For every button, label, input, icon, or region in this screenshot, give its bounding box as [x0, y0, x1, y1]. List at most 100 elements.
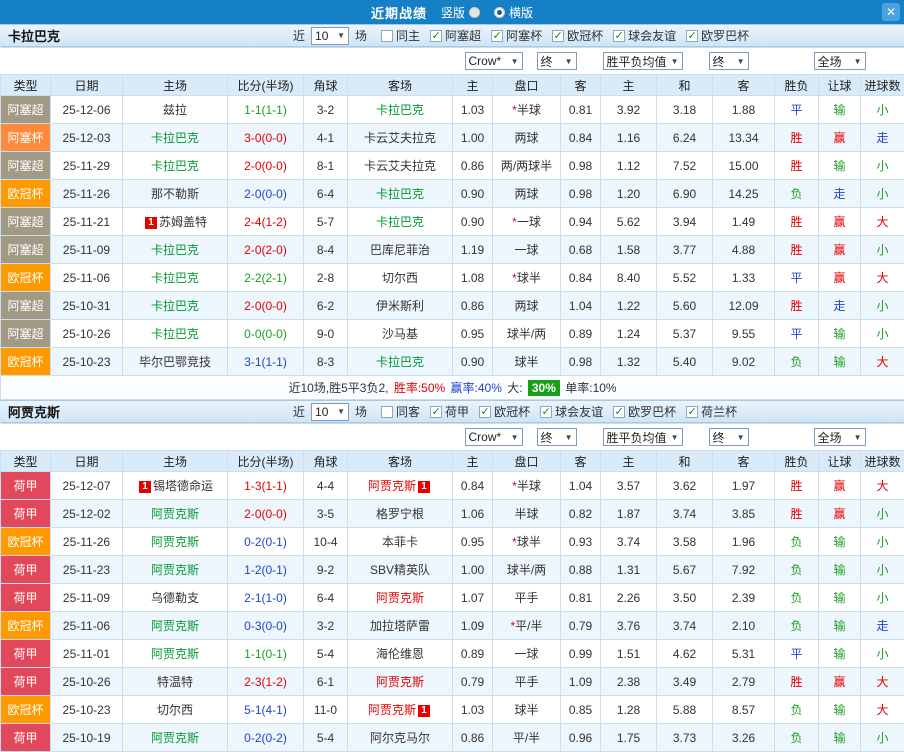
- radio-vertical-layout[interactable]: 竖版: [441, 4, 480, 21]
- team-label: 毕尔巴鄂竞技: [138, 355, 211, 369]
- league-cell: 阿塞超: [0, 319, 51, 348]
- checkbox-item[interactable]: ✓ 荷甲: [430, 403, 469, 420]
- checkbox-item[interactable]: ✓ 球会友谊: [540, 403, 603, 420]
- checkbox-item[interactable]: ✓ 阿塞超: [430, 27, 481, 44]
- handicap-result-cell: 赢: [818, 263, 862, 292]
- radio-horizontal-layout[interactable]: 横版: [494, 4, 533, 21]
- mean-away-cell: 3.85: [712, 499, 776, 528]
- mean-draw-cell: 3.74: [656, 611, 714, 640]
- date-cell: 25-11-06: [50, 611, 123, 640]
- checkbox-icon: ✓: [613, 29, 626, 42]
- match-row: 欧冠杯 25-11-06 阿贾克斯 0-3(0-0) 3-2 加拉塔萨雷 1.09 *平/半 0…: [0, 611, 904, 640]
- red-card-badge: 1: [144, 217, 157, 229]
- mean-away-cell: 8.57: [712, 695, 776, 724]
- team-label: 苏姆盖特: [158, 215, 207, 229]
- star-icon: *: [512, 271, 517, 285]
- goals-cell: 小: [860, 639, 904, 668]
- matches-label: 场: [355, 405, 368, 419]
- team-label: 切尔西: [381, 271, 418, 285]
- checkbox-item[interactable]: ✓ 欧罗巴杯: [613, 403, 676, 420]
- team-label: 沙马基: [381, 327, 418, 341]
- checkbox-item[interactable]: ✓ 欧冠杯: [479, 403, 530, 420]
- checkbox-icon: ✓: [686, 405, 699, 418]
- team-label: SBV精英队: [369, 563, 430, 577]
- corner-cell: 3-2: [303, 95, 348, 124]
- league-cell: 荷甲: [0, 583, 51, 612]
- bookmaker-select[interactable]: Crow* ▼: [464, 428, 523, 446]
- bookmaker-select[interactable]: Crow* ▼: [464, 52, 523, 70]
- corner-cell: 6-2: [303, 291, 348, 320]
- corner-cell: 6-1: [303, 667, 348, 696]
- checkbox-icon: ✓: [479, 405, 492, 418]
- mean-draw-cell: 3.73: [656, 723, 714, 752]
- checkbox-icon: ✓: [430, 29, 443, 42]
- mean-home-cell: 1.24: [600, 319, 658, 348]
- mean-away-cell: 1.97: [712, 471, 776, 500]
- checkbox-item[interactable]: ✓ 荷兰杯: [686, 403, 737, 420]
- checkbox-label: 欧罗巴杯: [701, 29, 750, 43]
- handicap-result-cell: 赢: [818, 123, 862, 152]
- checkbox-item[interactable]: ✓ 球会友谊: [613, 27, 676, 44]
- section-controls: 近 10 ▼ 场 同客 ✓ 荷甲 ✓ 欧冠杯 ✓ 球会友谊 ✓ 欧罗巴杯 ✓ 荷兰杯: [293, 402, 737, 421]
- date-cell: 25-11-01: [50, 639, 123, 668]
- result-cell: 负: [774, 527, 820, 556]
- odds-home-cell: 0.95: [452, 319, 493, 348]
- away-team-cell: 巴库尼菲治: [347, 235, 453, 264]
- checkbox-icon: [381, 29, 394, 42]
- column-header: 主场: [122, 450, 228, 472]
- odds-home-cell: 0.86: [452, 291, 493, 320]
- checkbox-item[interactable]: ✓ 欧冠杯: [552, 27, 603, 44]
- match-row: 欧冠杯 25-11-26 阿贾克斯 0-2(0-1) 10-4 本菲卡 0.95 *球半 0.9…: [0, 527, 904, 556]
- mean-type-select[interactable]: 胜平负均值 ▼: [602, 428, 683, 446]
- team-label: 兹拉: [162, 103, 187, 117]
- scope-select[interactable]: 全场 ▼: [813, 428, 866, 446]
- corner-cell: 3-2: [303, 611, 348, 640]
- odds-home-cell: 1.07: [452, 583, 493, 612]
- scope-select[interactable]: 全场 ▼: [813, 52, 866, 70]
- odds-stage-select[interactable]: 终 ▼: [536, 52, 577, 70]
- match-row: 阿塞超 25-11-21 1 苏姆盖特 2-4(1-2) 5-7 卡拉巴克 0.90 *一球 0.…: [0, 207, 904, 236]
- odds-home-cell: 0.86: [452, 151, 493, 180]
- column-header: 角球: [303, 450, 348, 472]
- team-label: 格罗宁根: [375, 507, 424, 521]
- team-name: 阿贾克斯: [8, 405, 61, 420]
- result-cell: 胜: [774, 123, 820, 152]
- away-team-cell: 本菲卡: [347, 527, 453, 556]
- league-cell: 阿塞超: [0, 235, 51, 264]
- mean-away-cell: 2.10: [712, 611, 776, 640]
- score-cell: 1-1(0-1): [227, 639, 304, 668]
- match-count-select[interactable]: 10 ▼: [311, 26, 350, 45]
- handicap-result-cell: 赢: [818, 499, 862, 528]
- mean-stage-select[interactable]: 终 ▼: [708, 428, 749, 446]
- handicap-cell: 平手: [492, 583, 561, 612]
- close-icon[interactable]: ✕: [882, 3, 900, 21]
- mean-stage-select[interactable]: 终 ▼: [708, 52, 749, 70]
- result-cell: 平: [774, 319, 820, 348]
- mean-home-cell: 1.12: [600, 151, 658, 180]
- handicap-cell: 球半/两: [492, 319, 561, 348]
- odds-stage-select[interactable]: 终 ▼: [536, 428, 577, 446]
- team-label: 阿贾克斯: [150, 731, 199, 745]
- home-team-cell: 阿贾克斯: [122, 639, 228, 668]
- checkbox-item[interactable]: 同客: [381, 403, 420, 420]
- match-count-select[interactable]: 10 ▼: [311, 402, 350, 421]
- handicap-result-cell: 输: [818, 723, 862, 752]
- checkbox-icon: ✓: [613, 405, 626, 418]
- checkbox-item[interactable]: 同主: [381, 27, 420, 44]
- checkbox-item[interactable]: ✓ 阿塞杯: [491, 27, 542, 44]
- result-cell: 负: [774, 695, 820, 724]
- match-row: 欧冠杯 25-10-23 切尔西 5-1(4-1) 11-0 阿贾克斯 1 1.03 球半 0.8…: [0, 695, 904, 724]
- red-card-badge: 1: [418, 705, 430, 717]
- mean-home-cell: 1.32: [600, 347, 658, 376]
- mean-away-cell: 2.39: [712, 583, 776, 612]
- near-label: 近: [293, 29, 306, 43]
- team-label: 卡拉巴克: [150, 271, 199, 285]
- home-team-cell: 那不勒斯: [122, 179, 228, 208]
- league-filter-checkboxes: 同客 ✓ 荷甲 ✓ 欧冠杯 ✓ 球会友谊 ✓ 欧罗巴杯 ✓ 荷兰杯: [381, 403, 737, 420]
- match-row: 阿塞超 25-10-26 卡拉巴克 0-0(0-0) 9-0 沙马基 0.95 球半/两 0.8…: [0, 319, 904, 348]
- mean-type-select[interactable]: 胜平负均值 ▼: [602, 52, 683, 70]
- date-cell: 25-11-06: [50, 263, 123, 292]
- result-cell: 胜: [774, 207, 820, 236]
- checkbox-item[interactable]: ✓ 欧罗巴杯: [686, 27, 749, 44]
- goals-cell: 小: [860, 583, 904, 612]
